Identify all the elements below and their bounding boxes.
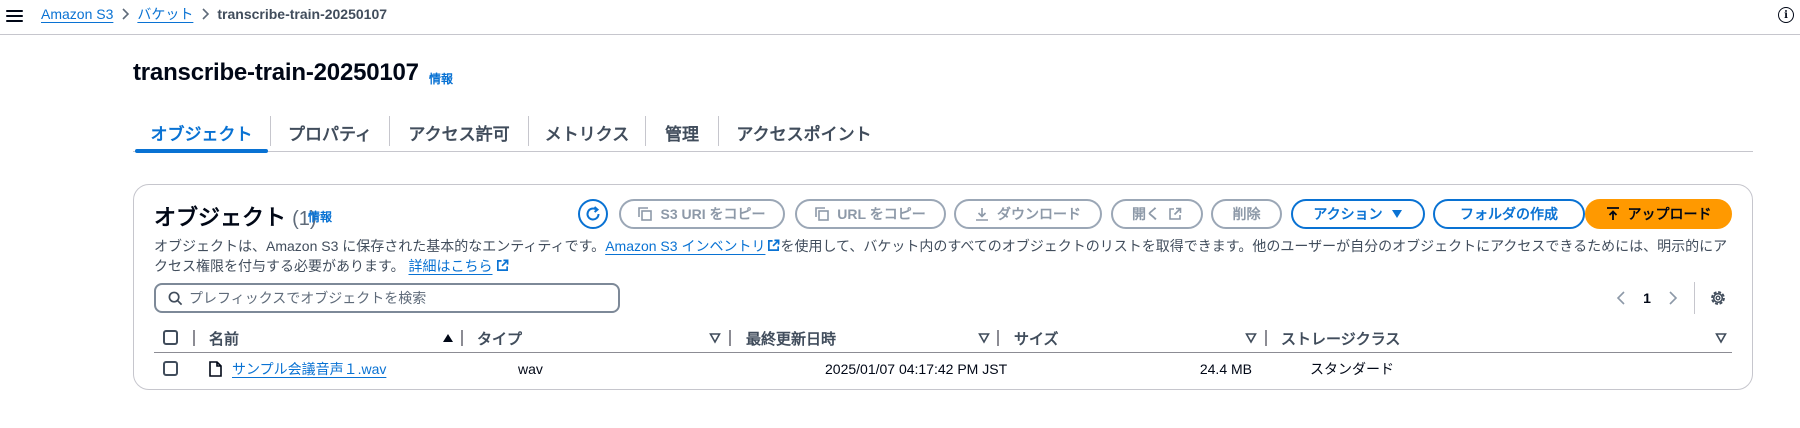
copy-s3-uri-label: S3 URI をコピー (660, 206, 766, 222)
search-input[interactable] (189, 290, 609, 306)
chevron-right-icon (113, 8, 137, 20)
sort-icon[interactable] (1245, 332, 1257, 344)
panel-info-link[interactable]: 情報 (308, 208, 332, 225)
upload-icon (1606, 207, 1619, 220)
panel-title-text: オブジェクト (154, 205, 287, 230)
copy-icon (638, 207, 653, 221)
gear-icon[interactable] (1708, 288, 1728, 308)
copy-url-button[interactable]: URL をコピー (795, 199, 946, 229)
column-header-type[interactable]: タイプ (477, 323, 522, 353)
menu-icon[interactable] (6, 7, 23, 23)
external-link-icon (768, 239, 780, 251)
create-folder-button[interactable]: フォルダの作成 (1433, 199, 1585, 229)
page-title: transcribe-train-20250107 (133, 59, 419, 86)
file-icon (209, 361, 222, 377)
breadcrumb: Amazon S3 バケット transcribe-train-20250107 (41, 5, 387, 23)
breadcrumb-current: transcribe-train-20250107 (217, 6, 388, 22)
sort-ascending-icon[interactable] (442, 332, 454, 344)
size-cell: 24.4 MB (1199, 361, 1252, 377)
column-divider (461, 330, 463, 346)
column-header-storage-class[interactable]: ストレージクラス (1281, 323, 1400, 353)
sort-icon[interactable] (978, 332, 990, 344)
column-header-name[interactable]: 名前 (209, 323, 239, 353)
page-number[interactable]: 1 (1634, 290, 1660, 306)
sort-icon[interactable] (1715, 332, 1727, 344)
object-search-box[interactable] (154, 283, 620, 313)
table-row: サンプル会議音声１.wav wav 2025/01/07 04:17:42 PM… (154, 354, 1732, 384)
tab-metrics[interactable]: メトリクス (529, 112, 645, 152)
breadcrumb-buckets[interactable]: バケット (137, 4, 193, 24)
open-button[interactable]: 開く (1111, 199, 1203, 229)
search-icon (168, 291, 183, 305)
upload-button[interactable]: アップロード (1585, 199, 1732, 229)
tab-objects[interactable]: オブジェクト (133, 112, 270, 153)
external-link-icon (496, 259, 508, 271)
copy-icon (815, 207, 830, 221)
refresh-icon (586, 206, 600, 221)
create-folder-label: フォルダの作成 (1460, 206, 1558, 222)
tab-properties[interactable]: プロパティ (271, 112, 389, 152)
download-button[interactable]: ダウンロード (954, 199, 1102, 229)
refresh-button[interactable] (578, 199, 608, 229)
breadcrumb-amazon-s3[interactable]: Amazon S3 (41, 6, 113, 22)
learn-more-link[interactable]: 詳細はこちら (409, 258, 509, 274)
name-cell: サンプル会議音声１.wav (209, 354, 386, 384)
actions-dropdown-button[interactable]: アクション (1291, 199, 1425, 229)
info-icon[interactable]: i (1778, 7, 1794, 23)
column-header-last-modified[interactable]: 最終更新日時 (746, 323, 836, 353)
tab-management[interactable]: 管理 (646, 112, 718, 152)
objects-description: オブジェクトは、Amazon S3 に保存された基本的なエンティティです。Ama… (154, 236, 1734, 276)
top-navigation-bar: Amazon S3 バケット transcribe-train-20250107… (0, 0, 1800, 35)
upload-label: アップロード (1627, 206, 1712, 222)
tab-permissions[interactable]: アクセス許可 (390, 112, 528, 152)
row-checkbox[interactable] (163, 361, 178, 376)
inventory-link[interactable]: Amazon S3 インベントリ (605, 238, 780, 254)
learn-more-label: 詳細はこちら (408, 258, 493, 274)
download-label: ダウンロード (997, 206, 1081, 222)
pager-divider (1694, 282, 1695, 314)
inventory-link-label: Amazon S3 インベントリ (605, 238, 766, 254)
storage-class-cell: スタンダード (1310, 361, 1394, 377)
tab-access-points[interactable]: アクセスポイント (719, 112, 889, 152)
copy-s3-uri-button[interactable]: S3 URI をコピー (619, 199, 785, 229)
caret-down-icon (1391, 210, 1402, 218)
last-modified-cell: 2025/01/07 04:17:42 PM JST (825, 361, 1008, 377)
delete-label: 削除 (1232, 206, 1261, 222)
next-page-icon[interactable] (1660, 291, 1686, 305)
previous-page-icon[interactable] (1608, 291, 1634, 305)
sort-icon[interactable] (709, 332, 721, 344)
actions-label: アクション (1313, 206, 1383, 222)
delete-button[interactable]: 削除 (1211, 199, 1282, 229)
table-header: 名前 タイプ 最終更新日時 サイズ ストレージクラス (154, 323, 1732, 353)
copy-url-label: URL をコピー (837, 206, 926, 222)
chevron-right-icon (193, 8, 217, 20)
pagination: 1 (1608, 286, 1686, 310)
tab-bar: オブジェクト プロパティ アクセス許可 メトリクス 管理 アクセスポイント (133, 112, 1753, 153)
column-divider (729, 330, 731, 346)
object-name-link[interactable]: サンプル会議音声１.wav (232, 359, 386, 379)
description-text-1: オブジェクトは、Amazon S3 に保存された基本的なエンティティです。 (154, 238, 606, 254)
open-label: 開く (1132, 206, 1160, 222)
panel-title: オブジェクト (1) (154, 200, 317, 232)
title-info-link[interactable]: 情報 (429, 70, 453, 87)
column-divider (193, 330, 195, 346)
column-header-size[interactable]: サイズ (1014, 323, 1059, 353)
download-icon (976, 208, 988, 221)
type-cell: wav (518, 361, 543, 377)
select-all-checkbox[interactable] (163, 330, 178, 345)
external-link-icon (1169, 207, 1182, 220)
column-divider (997, 330, 999, 346)
column-divider (1265, 330, 1267, 346)
